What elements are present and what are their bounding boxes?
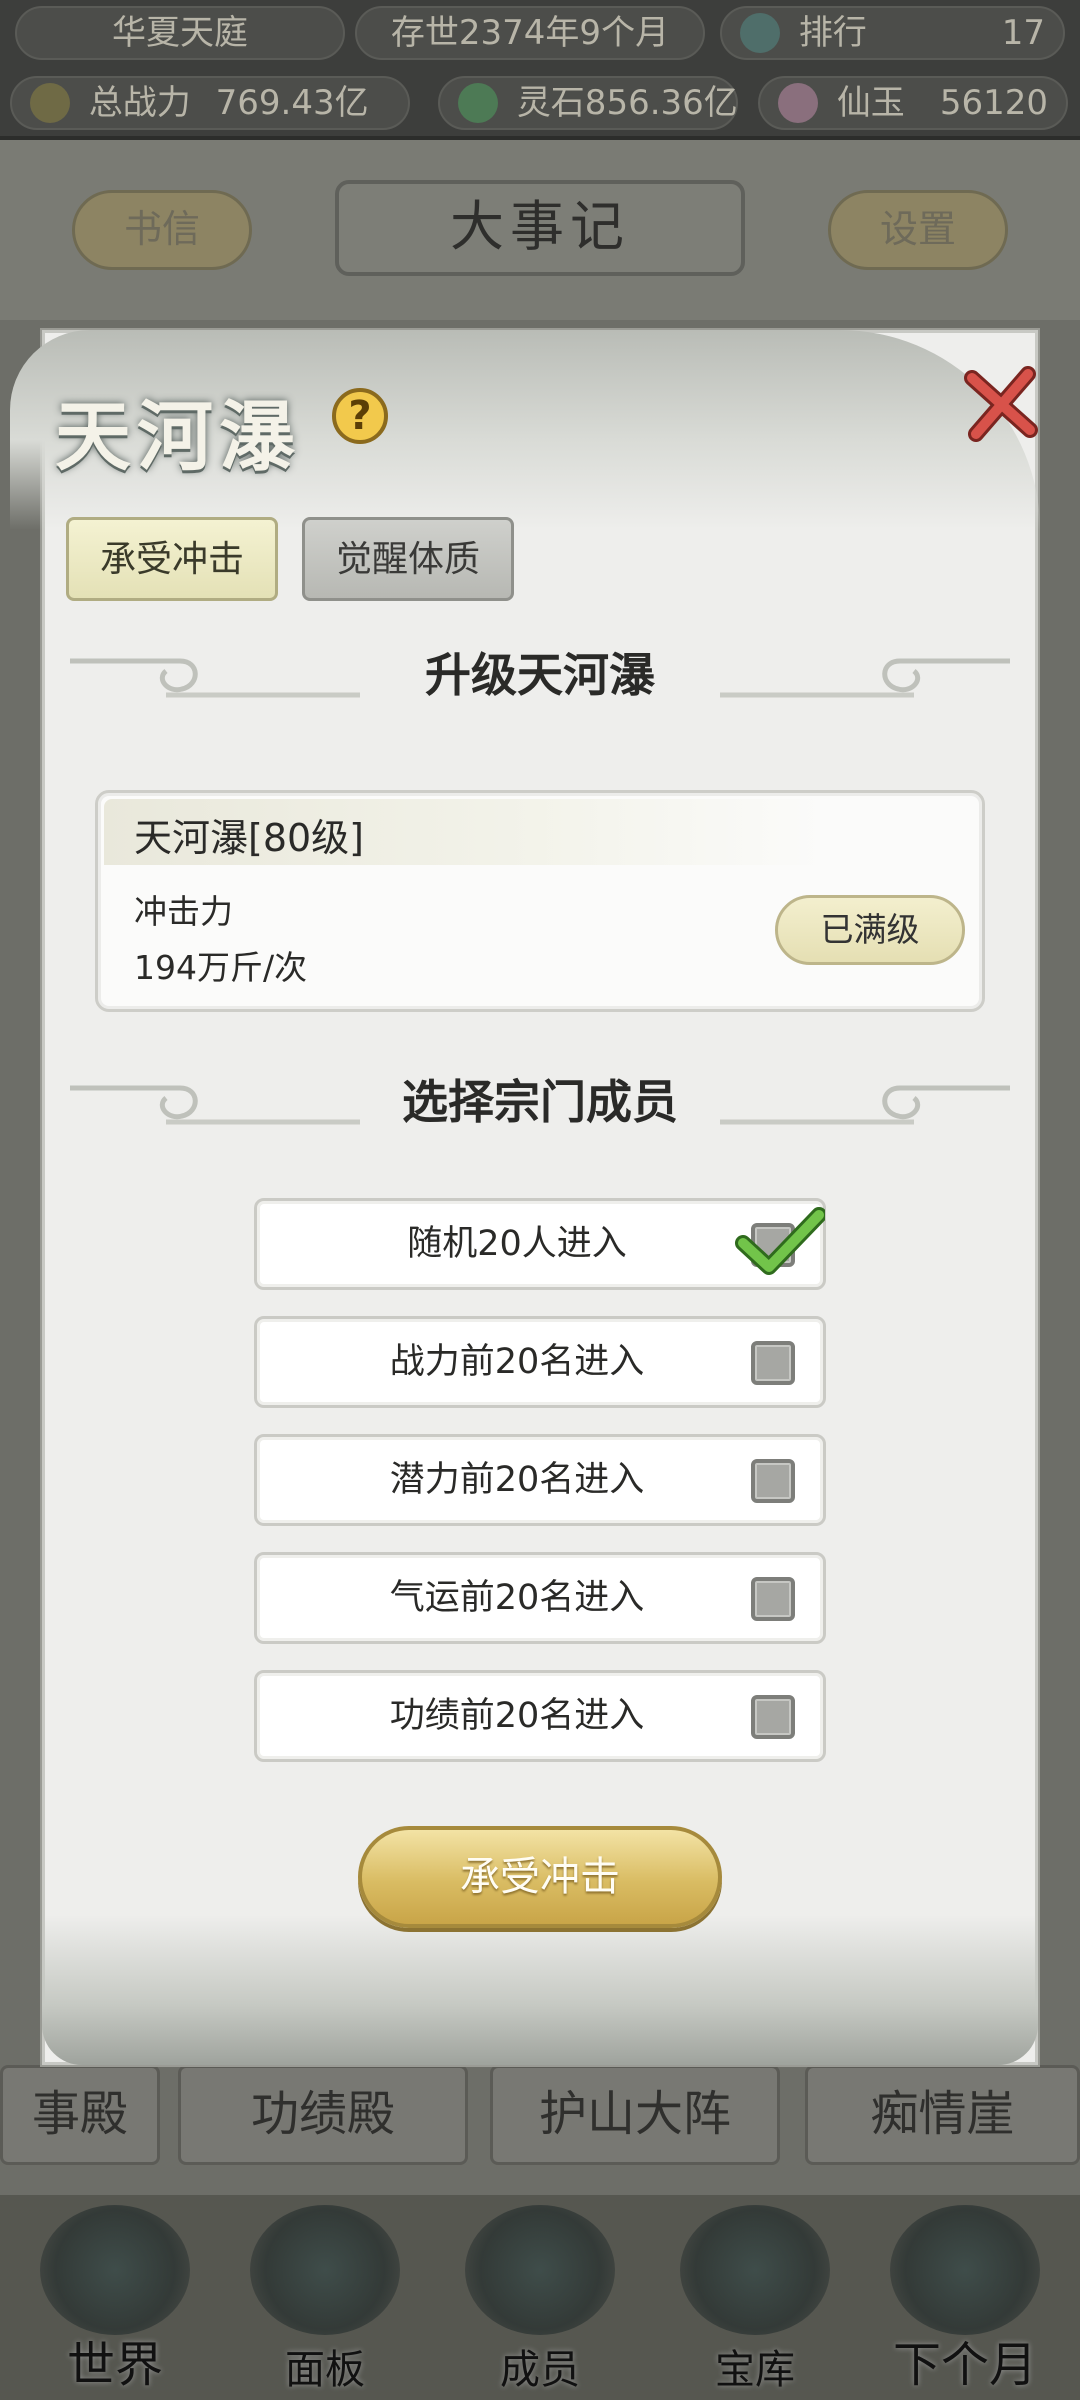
nav-next-month-label: 下个月 [892, 2337, 1037, 2393]
option-luck-top20[interactable]: 气运前20名进入 [254, 1552, 826, 1644]
tab-bear-impact[interactable]: 承受冲击 [66, 517, 278, 601]
nav-world[interactable]: 世界 [15, 2205, 215, 2395]
rank-label: 排行 [798, 13, 867, 53]
option-merit-top20[interactable]: 功绩前20名进入 [254, 1670, 826, 1762]
nav-panel[interactable]: 面板 [225, 2205, 425, 2395]
settings-button[interactable]: 设置 [828, 190, 1008, 270]
members-icon [465, 2205, 615, 2335]
nav-panel-label: 面板 [285, 2347, 365, 2393]
modal-title: 天河瀑 [55, 392, 301, 481]
jade-label: 仙玉 [836, 83, 905, 123]
rank-value: 17 [1001, 13, 1045, 53]
option-potential-top20[interactable]: 潜力前20名进入 [254, 1434, 826, 1526]
letters-button[interactable]: 书信 [72, 190, 252, 270]
upgrade-section-title: 升级天河瀑 [425, 649, 655, 701]
era-text: 存世2374年9个月 [390, 13, 670, 53]
next-month-icon [890, 2205, 1040, 2335]
sect-name-pill[interactable]: 华夏天庭 [15, 6, 345, 60]
jade-icon [778, 82, 818, 123]
select-section-title: 选择宗门成员 [402, 1076, 678, 1128]
option-label: 气运前20名进入 [389, 1578, 645, 1618]
option-power-top20[interactable]: 战力前20名进入 [254, 1316, 826, 1408]
option-label: 战力前20名进入 [389, 1342, 645, 1382]
nav-members-label: 成员 [500, 2347, 580, 2393]
tab-awaken-physique[interactable]: 觉醒体质 [302, 517, 514, 601]
power-label: 总战力 [88, 83, 191, 123]
rank-pill[interactable]: 排行 17 [720, 6, 1065, 60]
building-2[interactable]: 护山大阵 [490, 2065, 780, 2165]
world-icon [40, 2205, 190, 2335]
era-pill: 存世2374年9个月 [355, 6, 705, 60]
nav-world-label: 世界 [66, 2337, 163, 2393]
jade-pill: 仙玉 56120 [758, 76, 1068, 130]
upgrade-section-header: 升级天河瀑 [70, 635, 1010, 715]
waterfall-level-name: 天河瀑[80级] [134, 816, 365, 860]
checkbox[interactable] [751, 1695, 795, 1739]
option-label: 功绩前20名进入 [389, 1696, 645, 1736]
treasury-icon [680, 2205, 830, 2335]
nav-next-month[interactable]: 下个月 [865, 2205, 1065, 2395]
power-value: 769.43亿 [215, 83, 369, 123]
checkbox[interactable] [751, 1577, 795, 1621]
power-pill: 总战力 769.43亿 [10, 76, 410, 130]
spirit-stone-icon [458, 82, 498, 123]
impact-label: 冲击力 [134, 892, 233, 931]
bear-impact-button[interactable]: 承受冲击 [358, 1826, 722, 1928]
nav-treasury-label: 宝库 [715, 2347, 795, 2393]
panel-icon [250, 2205, 400, 2335]
spirit-stone-value: 灵石856.36亿 [516, 83, 738, 123]
rank-icon [740, 12, 780, 53]
help-icon[interactable]: ? [332, 388, 388, 444]
checkmark-icon [735, 1207, 825, 1275]
impact-value: 194万斤/次 [134, 948, 308, 987]
checkbox[interactable] [751, 1341, 795, 1385]
option-random-20[interactable]: 随机20人进入 [254, 1198, 826, 1290]
sect-name: 华夏天庭 [112, 13, 248, 53]
building-3[interactable]: 痴情崖 [805, 2065, 1080, 2165]
jade-value: 56120 [939, 83, 1048, 123]
select-section-header: 选择宗门成员 [70, 1062, 1010, 1142]
top-status-bar: 华夏天庭 存世2374年9个月 排行 17 总战力 769.43亿 灵石856.… [0, 0, 1080, 140]
nav-treasury[interactable]: 宝库 [655, 2205, 855, 2395]
option-label: 潜力前20名进入 [389, 1460, 645, 1500]
spirit-stone-pill: 灵石856.36亿 [438, 76, 738, 130]
power-icon [30, 82, 70, 123]
waterfall-info-card: 天河瀑[80级] 冲击力 194万斤/次 已满级 [95, 790, 985, 1012]
option-label: 随机20人进入 [407, 1224, 627, 1264]
checkbox[interactable] [751, 1459, 795, 1503]
building-1[interactable]: 功绩殿 [178, 2065, 468, 2165]
building-0[interactable]: 事殿 [0, 2065, 160, 2165]
close-icon[interactable] [958, 360, 1048, 450]
max-level-button[interactable]: 已满级 [775, 895, 965, 965]
chronicle-title: 大事记 [335, 180, 745, 276]
nav-members[interactable]: 成员 [440, 2205, 640, 2395]
